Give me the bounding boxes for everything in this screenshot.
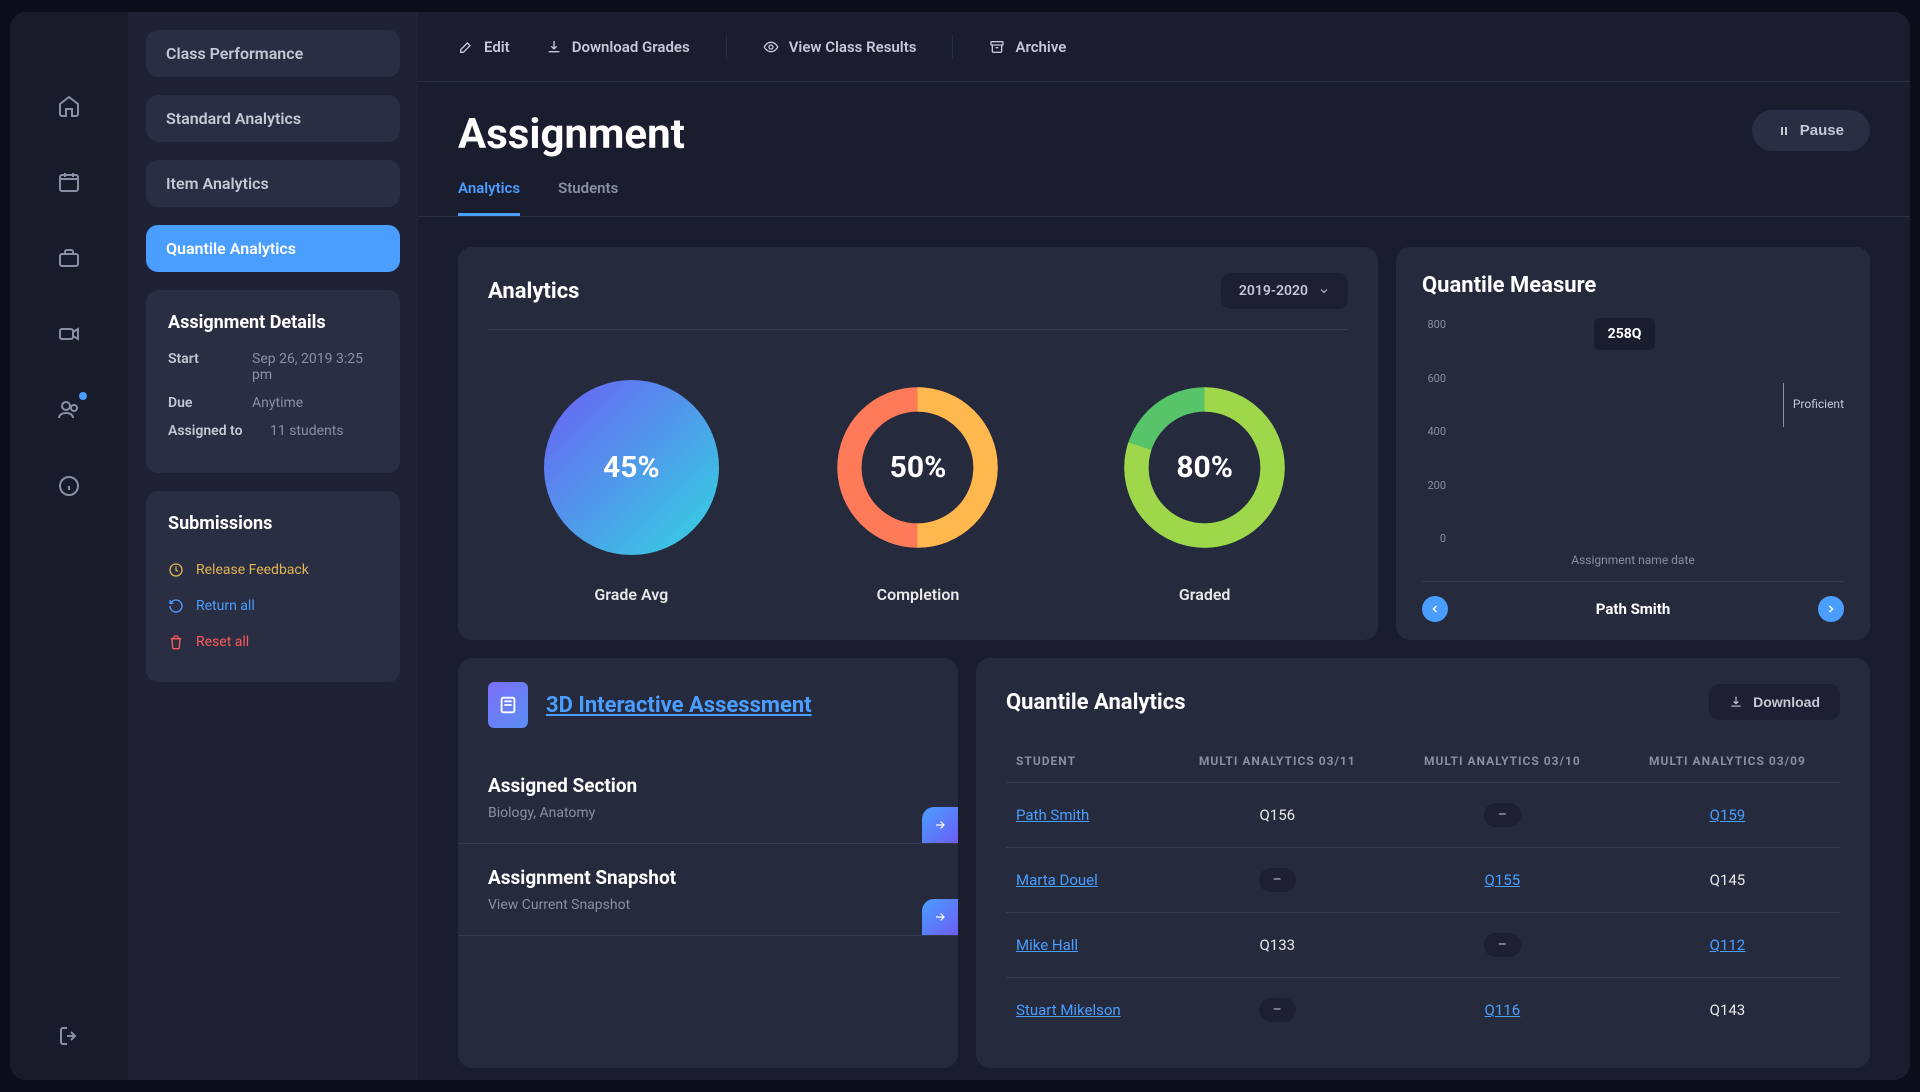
current-student-name: Path Smith — [1596, 600, 1671, 618]
download-button[interactable]: Download — [1709, 684, 1840, 720]
empty-pill: – — [1484, 803, 1521, 827]
analytics-card: Analytics 2019-2020 45% — [458, 247, 1378, 640]
release-feedback-button[interactable]: Release Feedback — [168, 552, 378, 588]
sidebar-item-quantile-analytics[interactable]: Quantile Analytics — [146, 225, 400, 272]
assigned-section-value: Biology, Anatomy — [488, 805, 928, 821]
info-icon[interactable] — [55, 472, 83, 500]
users-icon[interactable] — [55, 396, 83, 424]
score-link[interactable]: Q116 — [1485, 1001, 1521, 1019]
quantile-analytics-title: Quantile Analytics — [1006, 690, 1186, 715]
sidebar-item-standard-analytics[interactable]: Standard Analytics — [146, 95, 400, 142]
briefcase-icon[interactable] — [55, 244, 83, 272]
section-arrow-button[interactable] — [922, 899, 958, 935]
logout-icon[interactable] — [55, 1022, 83, 1050]
col-3: Multi analytics 03/09 — [1615, 740, 1840, 783]
score-link[interactable]: Q159 — [1710, 806, 1746, 824]
snapshot-heading: Assignment Snapshot — [488, 866, 928, 889]
table-row: Path SmithQ156–Q159 — [1006, 783, 1840, 848]
tab-analytics[interactable]: Analytics — [458, 179, 520, 216]
donut-completion: 50% Completion — [830, 380, 1005, 604]
chevron-down-icon — [1318, 285, 1330, 297]
table-row: Mike HallQ133–Q112 — [1006, 913, 1840, 978]
student-link[interactable]: Stuart Mikelson — [1016, 1001, 1121, 1019]
next-student-button[interactable] — [1818, 596, 1844, 622]
section-arrow-button[interactable] — [922, 807, 958, 843]
donut-graded: 80% Graded — [1117, 380, 1292, 604]
proficient-label: Proficient — [1793, 397, 1844, 411]
col-2: Multi analytics 03/10 — [1390, 740, 1615, 783]
empty-pill: – — [1484, 933, 1521, 957]
tab-students[interactable]: Students — [558, 179, 618, 216]
quantile-analytics-card: Quantile Analytics Download Student Mult… — [976, 658, 1870, 1068]
download-grades-button[interactable]: Download Grades — [546, 38, 690, 56]
view-class-results-button[interactable]: View Class Results — [763, 38, 917, 56]
detail-due: Due Anytime — [168, 395, 378, 411]
quantile-measure-title: Quantile Measure — [1422, 273, 1844, 298]
video-icon[interactable] — [55, 320, 83, 348]
sidebar-item-item-analytics[interactable]: Item Analytics — [146, 160, 400, 207]
quantile-chart: 800 600 400 200 0 — [1422, 318, 1844, 565]
page-title: Assignment — [458, 110, 685, 159]
quantile-measure-card: Quantile Measure 800 600 400 200 0 — [1396, 247, 1870, 640]
home-icon[interactable] — [55, 92, 83, 120]
submissions-title: Submissions — [168, 513, 378, 534]
detail-start: Start Sep 26, 2019 3:25 pm — [168, 351, 378, 383]
calendar-icon[interactable] — [55, 168, 83, 196]
assigned-section-heading: Assigned Section — [488, 774, 928, 797]
separator — [726, 35, 727, 59]
chart-tooltip: 258Q — [1594, 318, 1656, 350]
assignment-details-card: Assignment Details Start Sep 26, 2019 3:… — [146, 290, 400, 473]
reset-all-button[interactable]: Reset all — [168, 624, 378, 660]
separator — [952, 35, 953, 59]
edit-button[interactable]: Edit — [458, 38, 510, 56]
empty-pill: – — [1259, 998, 1296, 1022]
assessment-card: 3D Interactive Assessment Assigned Secti… — [458, 658, 958, 1068]
book-icon — [488, 682, 528, 728]
donut-grade-avg: 45% Grade Avg — [544, 380, 719, 604]
sidebar: Class Performance Standard Analytics Ite… — [128, 12, 418, 1080]
analytics-title: Analytics — [488, 279, 579, 304]
main-content: Edit Download Grades View Class Results … — [418, 12, 1910, 1080]
year-dropdown[interactable]: 2019-2020 — [1221, 273, 1348, 309]
topbar: Edit Download Grades View Class Results … — [418, 12, 1910, 82]
assignment-details-title: Assignment Details — [168, 312, 378, 333]
student-link[interactable]: Mike Hall — [1016, 936, 1078, 954]
return-all-button[interactable]: Return all — [168, 588, 378, 624]
tabs: Analytics Students — [418, 159, 1910, 217]
table-row: Marta Douel–Q155Q145 — [1006, 848, 1840, 913]
student-link[interactable]: Path Smith — [1016, 806, 1089, 824]
empty-pill: – — [1259, 868, 1296, 892]
table-row: Stuart Mikelson–Q116Q143 — [1006, 978, 1840, 1043]
col-1: Multi analytics 03/11 — [1165, 740, 1390, 783]
prev-student-button[interactable] — [1422, 596, 1448, 622]
score-link[interactable]: Q112 — [1710, 936, 1746, 954]
sidebar-item-class-performance[interactable]: Class Performance — [146, 30, 400, 77]
icon-rail — [10, 12, 128, 1080]
col-student: Student — [1006, 740, 1165, 783]
submissions-card: Submissions Release Feedback Return all … — [146, 491, 400, 682]
archive-button[interactable]: Archive — [989, 38, 1066, 56]
detail-assigned-to: Assigned to 11 students — [168, 423, 378, 439]
student-link[interactable]: Marta Douel — [1016, 871, 1098, 889]
quantile-table: Student Multi analytics 03/11 Multi anal… — [1006, 740, 1840, 1042]
assessment-title-link[interactable]: 3D Interactive Assessment — [546, 693, 812, 718]
pause-button[interactable]: Pause — [1752, 110, 1870, 151]
snapshot-value: View Current Snapshot — [488, 897, 928, 913]
score-link[interactable]: Q155 — [1485, 871, 1521, 889]
